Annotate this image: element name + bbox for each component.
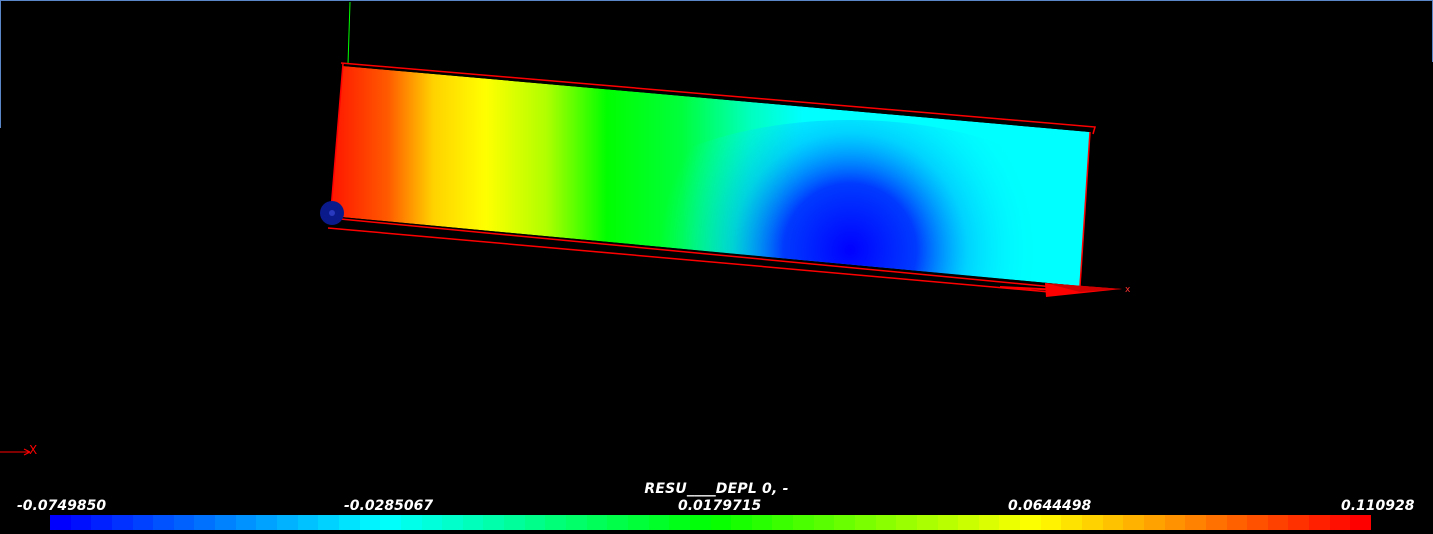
scalar-bar-segment [359, 515, 381, 530]
scalar-bar-segment [111, 515, 133, 530]
scalar-bar-segment [442, 515, 463, 530]
scalar-bar-segment [1164, 515, 1186, 530]
scalar-bar-segment [937, 515, 959, 530]
origin-dot [329, 210, 335, 216]
scalar-bar-segment [1082, 515, 1103, 530]
triad-x-label: X [29, 443, 37, 457]
scalar-bar-segment [1020, 515, 1041, 530]
scalar-bar-segment [710, 515, 732, 530]
scalar-bar-segment [256, 515, 278, 530]
scalar-bar-segment [1288, 515, 1310, 530]
scalar-bar-segment [1247, 515, 1268, 530]
viewport-frame-top [0, 0, 1433, 1]
scalar-bar-segment [483, 515, 505, 530]
scalar-bar-segment [566, 515, 587, 530]
displacement-field [330, 66, 1090, 286]
scalar-bar-segment [586, 515, 608, 530]
scalar-bar-segment [297, 515, 319, 530]
scalar-bar-segment [70, 515, 92, 530]
scalar-bar-segment [978, 515, 1000, 530]
x-axis-label: x [1125, 285, 1131, 295]
scalar-bar-segment [1205, 515, 1227, 530]
scalar-bar-segment [1350, 515, 1371, 530]
scalar-bar-segment [751, 515, 773, 530]
scalar-bar-tick-label: 0.0644498 [1008, 498, 1092, 514]
scalar-bar-segment [132, 515, 154, 530]
scalar-bar-segment [235, 515, 257, 530]
scalar-bar-segment [524, 515, 546, 530]
scalar-bar-segment [400, 515, 422, 530]
scalar-bar-segment [896, 515, 917, 530]
scalar-bar-segment [462, 515, 484, 530]
scalar-bar-segment [813, 515, 835, 530]
scalar-bar-segment [194, 515, 216, 530]
scalar-bar-tick-label: 0.0179715 [678, 498, 762, 514]
scalar-bar-segment [958, 515, 979, 530]
scalar-bar-segment [215, 515, 236, 530]
scalar-bar-segment [793, 515, 814, 530]
scalar-bar-tick-label: 0.110928 [1341, 498, 1415, 514]
viewport-frame-left [0, 0, 1, 128]
scalar-bar-segment [50, 515, 71, 530]
scalar-bar-segment [153, 515, 174, 530]
scalar-bar-segment [1226, 515, 1248, 530]
scene-svg: x X [0, 1, 1131, 457]
3d-viewport[interactable]: x X [0, 0, 1433, 530]
scalar-bar-segment [338, 515, 360, 530]
scalar-bar-title: RESU____DEPL 0, - [644, 481, 789, 497]
scalar-bar-segment [834, 515, 855, 530]
scalar-bar-segment [1143, 515, 1165, 530]
scalar-bar-segment [545, 515, 567, 530]
scalar-bar-segment [669, 515, 690, 530]
scalar-bar-segment [1040, 515, 1062, 530]
scalar-bar-segment [318, 515, 339, 530]
scalar-bar-segment [1267, 515, 1289, 530]
scalar-bar-segment [689, 515, 711, 530]
scalar-bar-segment [731, 515, 752, 530]
scalar-bar-segment [504, 515, 525, 530]
scalar-bar-segment [1061, 515, 1083, 530]
scalar-bar-segment [1185, 515, 1206, 530]
y-axis-line [347, 1, 351, 65]
scalar-bar-segment [421, 515, 443, 530]
x-axis-arrow [999, 283, 1122, 297]
scalar-bar-segment [875, 515, 897, 530]
scalar-bar-segment [380, 515, 401, 530]
scalar-bar-segment [648, 515, 670, 530]
scalar-bar-tick-label: -0.0285067 [344, 498, 434, 514]
scalar-bar-tick-label: -0.0749850 [17, 498, 107, 514]
scalar-bar [50, 515, 1371, 530]
scalar-bar-segment [999, 515, 1021, 530]
scalar-bar-segment [854, 515, 876, 530]
orientation-triad [0, 448, 31, 456]
scalar-bar-segment [1102, 515, 1124, 530]
scalar-bar-segment [91, 515, 112, 530]
scalar-bar-segment [1329, 515, 1351, 530]
scalar-bar-segment [1309, 515, 1330, 530]
scalar-bar-segment [1123, 515, 1144, 530]
scalar-bar-segment [607, 515, 628, 530]
scalar-bar-segment [772, 515, 794, 530]
scalar-bar-segment [173, 515, 195, 530]
scalar-bar-segment [916, 515, 938, 530]
scalar-bar-segment [277, 515, 298, 530]
scalar-bar-segment [627, 515, 649, 530]
